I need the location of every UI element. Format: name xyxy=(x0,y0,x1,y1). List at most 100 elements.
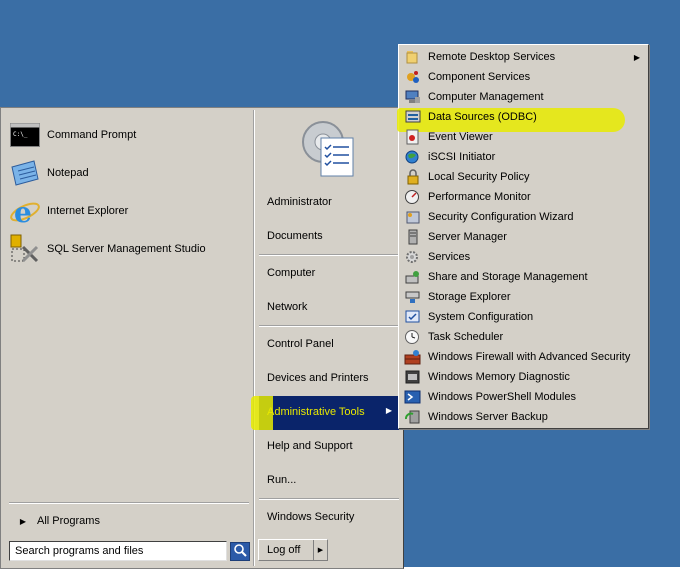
windows-security-link[interactable]: Windows Security xyxy=(261,503,399,531)
performance-monitor-icon xyxy=(404,189,424,205)
submenu-item-windows-server-backup[interactable]: Windows Server Backup xyxy=(401,407,646,427)
computer-link[interactable]: Computer xyxy=(261,259,399,287)
submenu-item-label: Local Security Policy xyxy=(428,171,530,183)
start-menu-right-pane: Administrator Documents Computer Network… xyxy=(251,110,402,566)
triangle-right-icon: ▶ xyxy=(385,406,392,415)
computer-label: Computer xyxy=(267,267,316,279)
help-and-support-link[interactable]: Help and Support xyxy=(261,432,399,460)
submenu-item-windows-powershell-modules[interactable]: Windows PowerShell Modules xyxy=(401,387,646,407)
submenu-item-event-viewer[interactable]: Event Viewer xyxy=(401,127,646,147)
pinned-item-label: Command Prompt xyxy=(47,129,137,141)
submenu-item-windows-memory-diagnostic[interactable]: Windows Memory Diagnostic xyxy=(401,367,646,387)
task-scheduler-icon xyxy=(404,329,424,345)
server-manager-icon xyxy=(404,229,424,245)
submenu-item-label: Share and Storage Management xyxy=(428,271,588,283)
submenu-item-label: Services xyxy=(428,251,471,263)
submenu-item-task-scheduler[interactable]: Task Scheduler xyxy=(401,327,646,347)
svg-text:e: e xyxy=(14,196,32,227)
submenu-item-system-configuration[interactable]: System Configuration xyxy=(401,307,646,327)
all-programs-button[interactable]: ▶ All Programs xyxy=(9,510,247,532)
pinned-item-internet-explorer[interactable]: e Internet Explorer xyxy=(9,194,247,228)
devices-and-printers-label: Devices and Printers xyxy=(267,372,369,384)
notepad-icon xyxy=(9,157,41,189)
help-and-support-label: Help and Support xyxy=(267,440,353,452)
submenu-item-server-manager[interactable]: Server Manager xyxy=(401,227,646,247)
submenu-item-component-services[interactable]: Component Services xyxy=(401,67,646,87)
submenu-item-windows-firewall[interactable]: Windows Firewall with Advanced Security xyxy=(401,347,646,367)
security-wizard-icon xyxy=(404,209,424,225)
submenu-item-label: Remote Desktop Services xyxy=(428,51,556,63)
submenu-item-services[interactable]: Services xyxy=(401,247,646,267)
submenu-item-label: Storage Explorer xyxy=(428,291,511,303)
submenu-item-label: Performance Monitor xyxy=(428,191,531,203)
pinned-item-sql-server-management-studio[interactable]: SQL Server Management Studio xyxy=(9,232,247,266)
submenu-item-share-and-storage-management[interactable]: Share and Storage Management xyxy=(401,267,646,287)
submenu-item-label: Computer Management xyxy=(428,91,544,103)
submenu-item-security-configuration-wizard[interactable]: Security Configuration Wizard xyxy=(401,207,646,227)
log-off-label: Log off xyxy=(267,544,301,556)
right-pane-divider xyxy=(259,325,399,327)
submenu-item-iscsi-initiator[interactable]: iSCSI Initiator xyxy=(401,147,646,167)
control-panel-label: Control Panel xyxy=(267,338,334,350)
powershell-icon xyxy=(404,389,424,405)
folder-icon xyxy=(404,49,424,65)
search-input[interactable]: Search programs and files xyxy=(9,541,227,561)
user-folder-label: Administrator xyxy=(267,196,332,208)
documents-link[interactable]: Documents xyxy=(261,222,399,250)
submenu-item-label: Windows PowerShell Modules xyxy=(428,391,576,403)
pinned-item-label: Internet Explorer xyxy=(47,205,129,217)
internet-explorer-icon: e xyxy=(9,195,41,227)
administrative-tools-submenu: Remote Desktop Services ▶ Component Serv… xyxy=(397,44,649,429)
submenu-item-label: Windows Memory Diagnostic xyxy=(428,371,570,383)
pinned-item-command-prompt[interactable]: C:\_ Command Prompt xyxy=(9,118,247,152)
shutdown-options-arrow[interactable]: ▶ xyxy=(313,540,327,560)
log-off-button[interactable]: Log off ▶ xyxy=(258,539,328,561)
right-pane-divider xyxy=(259,254,399,256)
submenu-item-performance-monitor[interactable]: Performance Monitor xyxy=(401,187,646,207)
submenu-item-storage-explorer[interactable]: Storage Explorer xyxy=(401,287,646,307)
search-icon xyxy=(233,543,247,560)
left-pane-divider xyxy=(9,502,249,504)
all-programs-label: All Programs xyxy=(37,515,100,527)
share-storage-icon xyxy=(404,269,424,285)
start-menu-left-pane: C:\_ Command Prompt Notepad e Internet E… xyxy=(3,110,252,566)
server-backup-icon xyxy=(404,409,424,425)
user-folder-link[interactable]: Administrator xyxy=(261,188,399,216)
firewall-icon xyxy=(404,349,424,365)
submenu-item-computer-management[interactable]: Computer Management xyxy=(401,87,646,107)
search-placeholder: Search programs and files xyxy=(15,545,144,557)
odbc-icon xyxy=(404,109,424,125)
component-services-icon xyxy=(404,69,424,85)
pinned-item-label: SQL Server Management Studio xyxy=(47,243,206,255)
network-label: Network xyxy=(267,301,308,313)
event-viewer-icon xyxy=(404,129,424,145)
system-configuration-icon xyxy=(404,309,424,325)
submenu-item-local-security-policy[interactable]: Local Security Policy xyxy=(401,167,646,187)
submenu-item-label: Security Configuration Wizard xyxy=(428,211,574,223)
submenu-item-label: System Configuration xyxy=(428,311,534,323)
devices-and-printers-link[interactable]: Devices and Printers xyxy=(261,364,399,392)
control-panel-link[interactable]: Control Panel xyxy=(261,330,399,358)
run-link[interactable]: Run... xyxy=(261,466,399,494)
submenu-item-remote-desktop-services[interactable]: Remote Desktop Services ▶ xyxy=(401,47,646,67)
submenu-item-label: Task Scheduler xyxy=(428,331,504,343)
administrative-tools-icon xyxy=(295,116,361,182)
pinned-item-notepad[interactable]: Notepad xyxy=(9,156,247,190)
command-prompt-icon: C:\_ xyxy=(9,119,41,151)
right-pane-divider xyxy=(259,498,399,500)
iscsi-icon xyxy=(404,149,424,165)
memory-diagnostic-icon xyxy=(404,369,424,385)
submenu-item-label: iSCSI Initiator xyxy=(428,151,496,163)
security-policy-icon xyxy=(404,169,424,185)
search-button[interactable] xyxy=(230,542,250,561)
storage-explorer-icon xyxy=(404,289,424,305)
pinned-item-label: Notepad xyxy=(47,167,89,179)
triangle-right-icon: ▶ xyxy=(633,52,640,62)
computer-management-icon xyxy=(404,89,424,105)
svg-text:C:\_: C:\_ xyxy=(13,131,28,138)
start-menu: C:\_ Command Prompt Notepad e Internet E… xyxy=(0,107,404,569)
administrative-tools-item[interactable]: Administrative Tools ▶ xyxy=(251,396,400,430)
submenu-item-label: Component Services xyxy=(428,71,531,83)
submenu-item-data-sources-odbc[interactable]: Data Sources (ODBC) xyxy=(401,107,646,127)
network-link[interactable]: Network xyxy=(261,293,399,321)
